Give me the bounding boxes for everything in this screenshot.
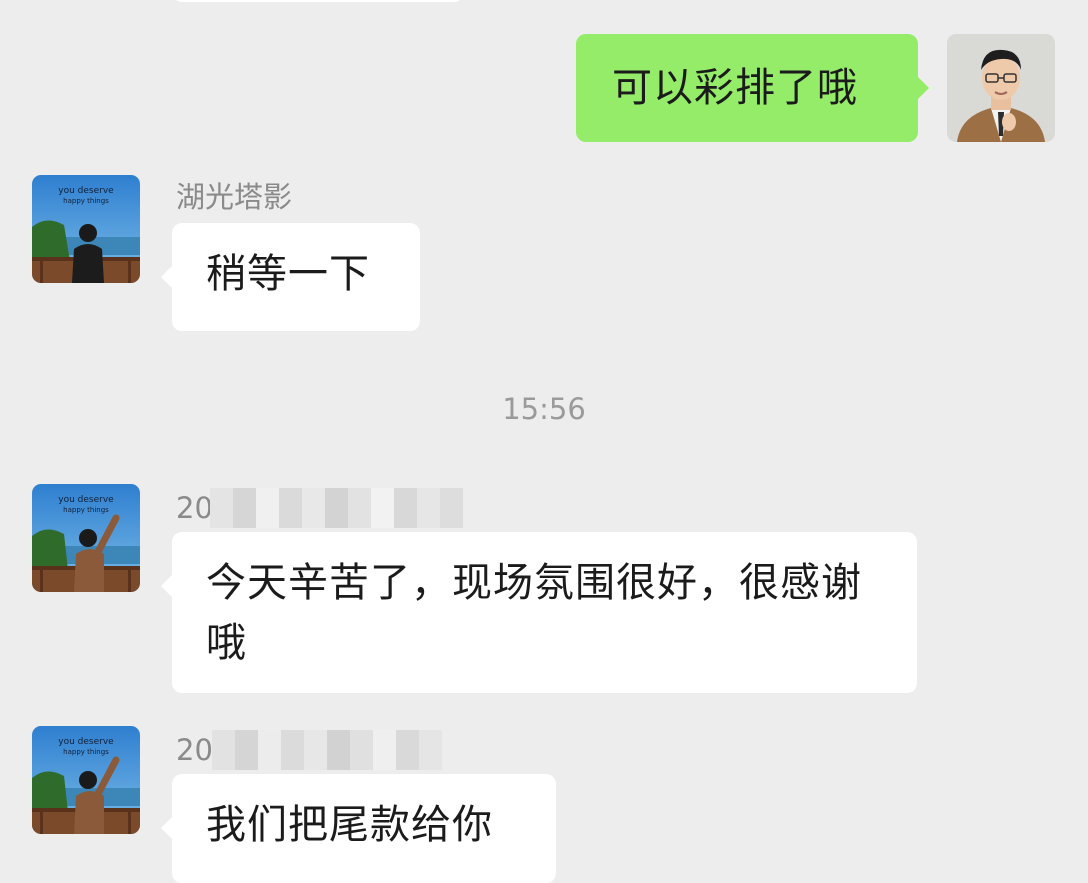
contact-avatar[interactable]: you deserve happy things	[32, 175, 140, 283]
avatar-caption-line1: you deserve	[58, 495, 114, 505]
avatar-caption-line1: you deserve	[58, 186, 114, 196]
previous-message-bubble[interactable]	[172, 0, 464, 2]
avatar-caption-line2: happy things	[63, 197, 109, 205]
message-text: 今天辛苦了，现场氛围很好，很感谢哦	[206, 560, 862, 666]
contact-avatar-image: you deserve happy things	[32, 726, 140, 834]
chat-message-list[interactable]: 可以彩排了哦 you deserve happy things 湖光塔影 稍等一…	[0, 0, 1088, 883]
incoming-message-bubble[interactable]: 稍等一下	[161, 223, 420, 331]
incoming-message-bubble[interactable]: 今天辛苦了，现场氛围很好，很感谢哦	[161, 532, 917, 693]
avatar-caption-line1: you deserve	[58, 737, 114, 747]
my-avatar-image	[947, 34, 1055, 142]
contact-avatar-image: you deserve happy things	[32, 175, 140, 283]
avatar-caption-line2: happy things	[63, 506, 109, 514]
contact-avatar[interactable]: you deserve happy things	[32, 484, 140, 592]
message-timestamp: 15:56	[502, 392, 586, 426]
sender-name: 湖光塔影	[176, 180, 293, 214]
my-avatar[interactable]	[947, 34, 1055, 142]
contact-avatar-image: you deserve happy things	[32, 484, 140, 592]
message-text: 可以彩排了哦	[612, 65, 858, 111]
redacted-sender-name	[212, 728, 442, 772]
message-text: 我们把尾款给你	[206, 802, 493, 848]
incoming-message-bubble[interactable]: 我们把尾款给你	[161, 774, 556, 883]
avatar-caption-line2: happy things	[63, 748, 109, 756]
redacted-sender-name	[210, 486, 463, 530]
outgoing-message-bubble[interactable]: 可以彩排了哦	[576, 34, 929, 142]
contact-avatar[interactable]: you deserve happy things	[32, 726, 140, 834]
message-text: 稍等一下	[206, 251, 370, 297]
sender-name: 20	[176, 491, 213, 525]
sender-name: 20	[176, 733, 213, 767]
